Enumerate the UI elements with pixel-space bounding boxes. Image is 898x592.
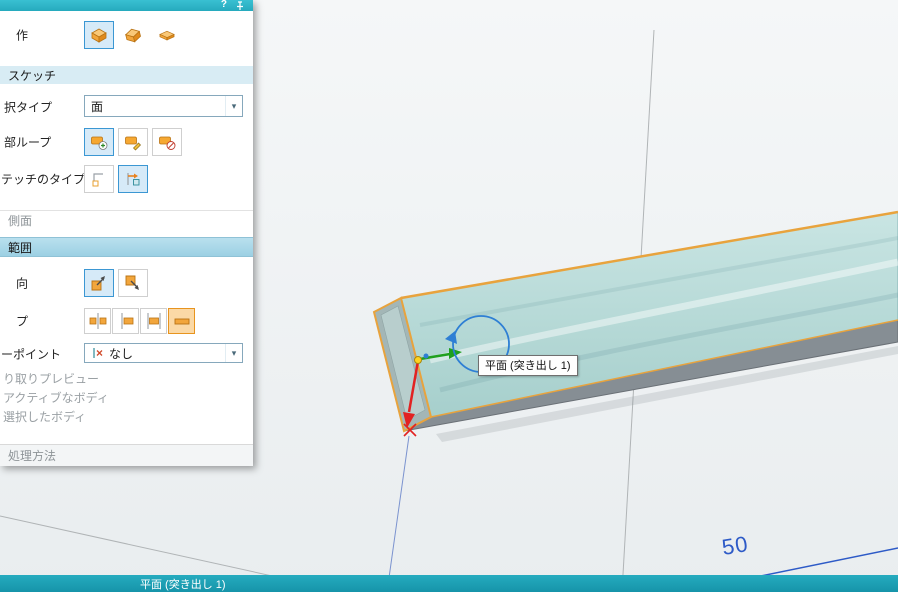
operation-surface-button[interactable]	[152, 21, 182, 49]
operation-extrude-button[interactable]	[84, 21, 114, 49]
blue-axis-knob[interactable]	[424, 354, 429, 359]
operation-cut-button[interactable]	[118, 21, 148, 49]
side-section-label: 側面	[8, 212, 32, 229]
selection-type-dropdown[interactable]: 面 ▾	[84, 95, 243, 117]
keypoint-dropdown[interactable]: なし ▾	[84, 343, 243, 363]
sketch-corner-icon	[90, 170, 108, 188]
keypoint-label: ーポイント	[1, 346, 61, 363]
direction-row: 向	[0, 266, 253, 300]
extent-through-next-button[interactable]	[112, 308, 139, 334]
internal-loops-row: 部ループ	[0, 126, 253, 158]
sketch-type-arrow-button[interactable]	[118, 165, 148, 193]
help-icon[interactable]: ?	[221, 0, 227, 10]
selection-type-label: 択タイプ	[4, 99, 52, 116]
loops-exclude-button[interactable]	[152, 128, 182, 156]
internal-loops-label: 部ループ	[4, 134, 51, 151]
active-body-label: アクティブなボディ	[3, 389, 109, 406]
operation-label: 作	[16, 27, 28, 44]
extent-through-all-button[interactable]	[84, 308, 111, 334]
extrude-surface-icon	[157, 25, 177, 45]
direction-one-side-button[interactable]	[84, 269, 114, 297]
extrude-options-dialog: ? 作	[0, 0, 253, 466]
selected-body-label: 選択したボディ	[3, 408, 86, 425]
active-body-option[interactable]: アクティブなボディ	[0, 389, 253, 406]
keypoint-none-icon	[91, 346, 105, 360]
sketch-type-label: テッチのタイプ	[1, 171, 85, 188]
selection-type-value: 面	[91, 98, 225, 115]
extent-finite-button[interactable]	[168, 308, 195, 334]
chevron-down-icon[interactable]: ▾	[225, 344, 242, 362]
from-to-icon	[144, 311, 164, 331]
dialog-titlebar[interactable]: ?	[0, 0, 253, 11]
loop-exclude-icon	[158, 133, 176, 151]
extent-section-header[interactable]: 範囲	[0, 237, 253, 257]
extrude-cut-icon	[123, 25, 143, 45]
loop-edit-icon	[124, 133, 142, 151]
operation-row: 作	[0, 16, 253, 54]
cut-preview-label: り取りプレビュー	[3, 370, 99, 387]
sketch-section-header[interactable]: スケッチ	[0, 66, 253, 84]
cut-preview-option[interactable]: り取りプレビュー	[0, 370, 253, 387]
loops-edit-button[interactable]	[118, 128, 148, 156]
sketch-type-corner-button[interactable]	[84, 165, 114, 193]
through-next-icon	[116, 311, 136, 331]
plane-tooltip: 平面 (突き出し 1)	[478, 355, 578, 376]
status-bar: 平面 (突き出し 1)	[0, 575, 898, 592]
chevron-down-icon[interactable]: ▾	[225, 96, 242, 116]
extrude-add-icon	[89, 25, 109, 45]
finite-extent-icon	[172, 311, 192, 331]
loops-add-button[interactable]	[84, 128, 114, 156]
treatment-section-header: 処理方法	[0, 444, 253, 466]
dimension-value[interactable]: 50	[720, 531, 750, 561]
pin-icon[interactable]	[235, 1, 245, 11]
sketch-type-row: テッチのタイプ	[0, 162, 253, 196]
loop-add-icon	[90, 133, 108, 151]
direction-down-icon	[123, 273, 143, 293]
sketch-arrow-icon	[124, 170, 142, 188]
direction-both-sides-button[interactable]	[118, 269, 148, 297]
through-all-icon	[88, 311, 108, 331]
side-section-header: 側面	[0, 210, 253, 230]
status-text: 平面 (突き出し 1)	[140, 576, 226, 592]
keypoint-value: なし	[109, 345, 225, 362]
sketch-section-label: スケッチ	[8, 67, 56, 84]
treatment-section-label: 処理方法	[8, 447, 56, 464]
extent-type-label: プ	[16, 313, 28, 330]
keypoint-row: ーポイント なし ▾	[0, 342, 253, 366]
direction-up-icon	[89, 273, 109, 293]
extent-from-to-button[interactable]	[140, 308, 167, 334]
direction-label: 向	[16, 275, 28, 292]
extent-section-label: 範囲	[8, 239, 32, 256]
selection-type-row: 択タイプ 面 ▾	[0, 94, 253, 120]
origin-knob[interactable]	[415, 357, 422, 364]
selected-body-option[interactable]: 選択したボディ	[0, 408, 253, 425]
extent-type-row: プ	[0, 306, 253, 336]
